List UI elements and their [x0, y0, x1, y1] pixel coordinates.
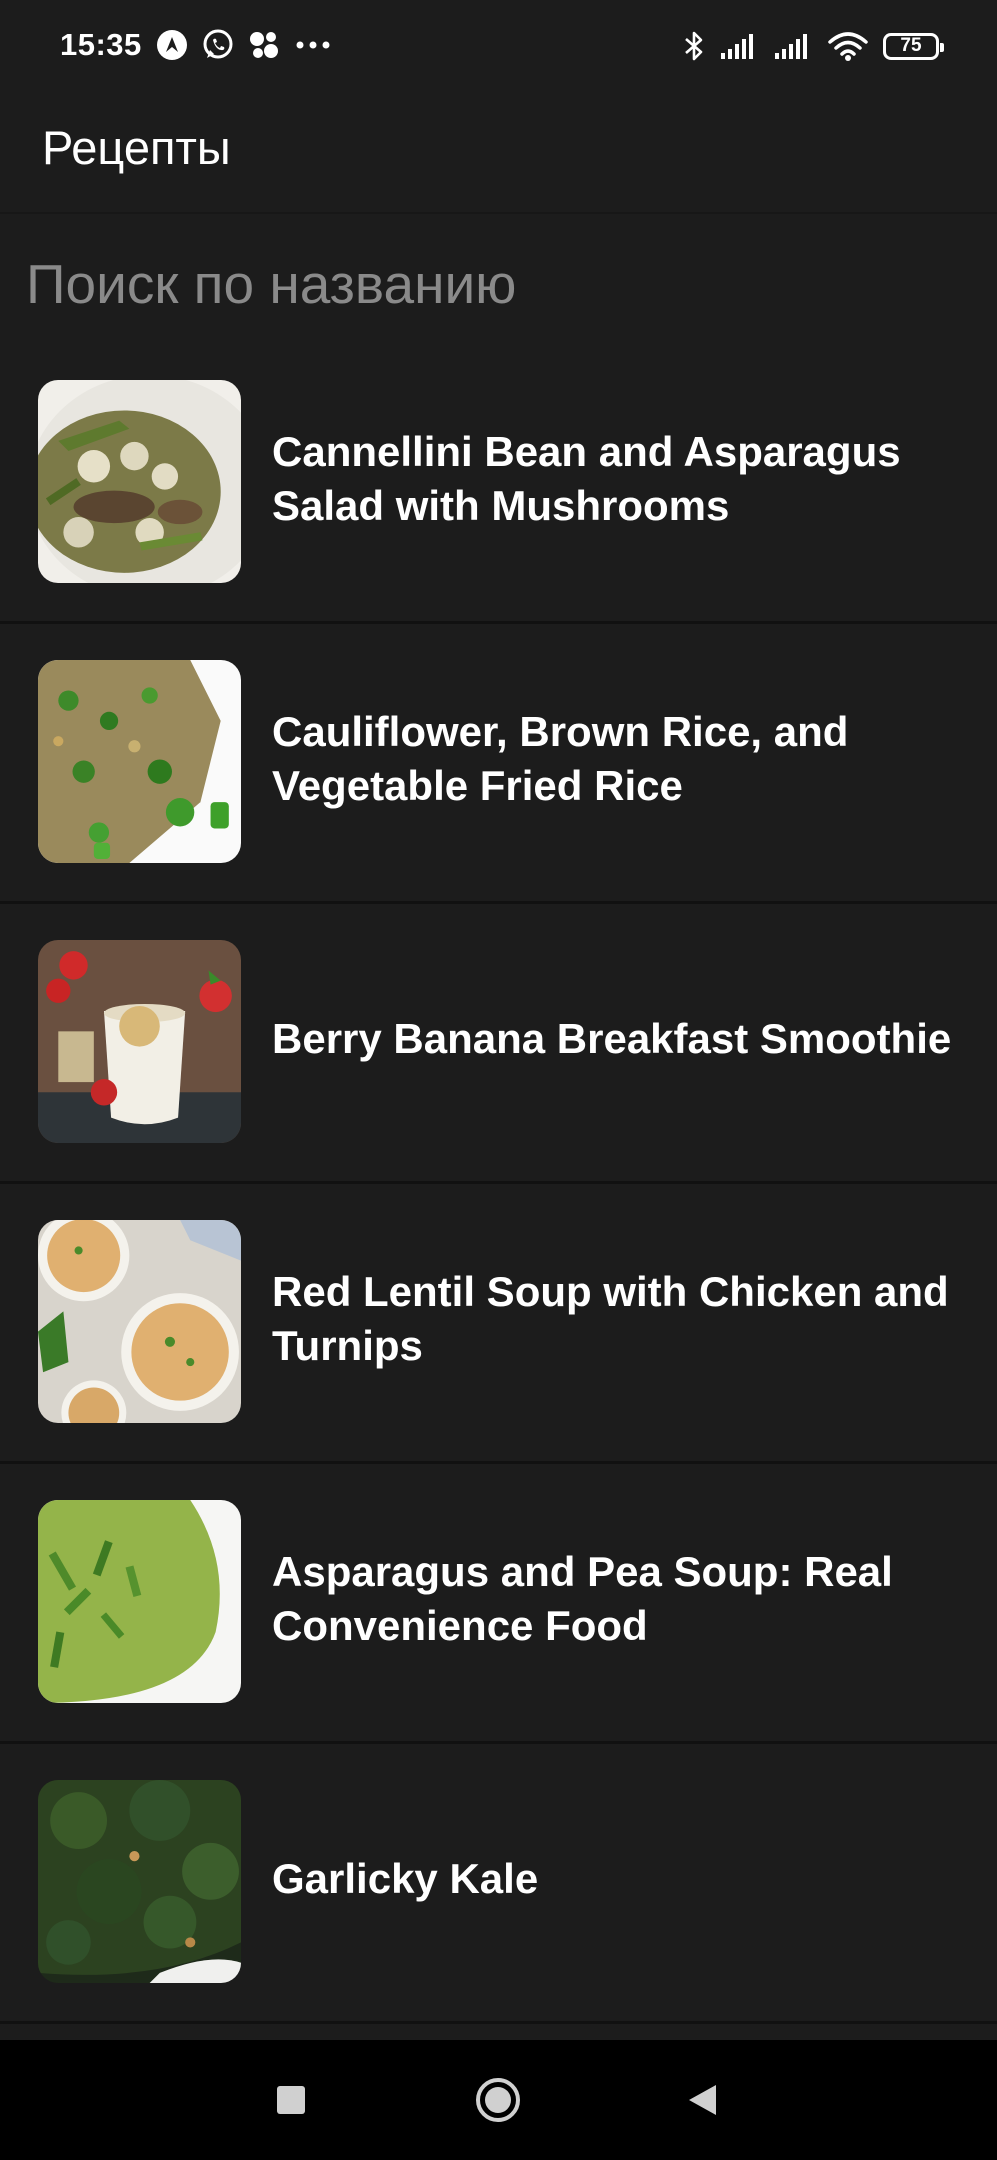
recipe-list: Cannellini Bean and Asparagus Salad with…: [0, 344, 997, 2024]
recipe-thumbnail: [38, 940, 241, 1143]
recipe-title: Red Lentil Soup with Chicken and Turnips: [272, 1267, 949, 1369]
back-triangle-icon[interactable]: [672, 2070, 732, 2130]
recipe-title: Berry Banana Breakfast Smoothie: [272, 1014, 952, 1062]
recipe-list-item[interactable]: Red Lentil Soup with Chicken and Turnips: [0, 1184, 997, 1464]
recipe-list-item[interactable]: Berry Banana Breakfast Smoothie: [0, 904, 997, 1184]
signal-icon: [719, 31, 759, 61]
recipe-list-item[interactable]: Asparagus and Pea Soup: Real Convenience…: [0, 1464, 997, 1744]
recipe-list-item[interactable]: Garlicky Kale: [0, 1744, 997, 2024]
status-time: 15:35: [60, 27, 142, 62]
notification-icons: [155, 26, 333, 64]
home-circle-icon[interactable]: [468, 2070, 528, 2130]
recipe-title: Cannellini Bean and Asparagus Salad with…: [272, 427, 901, 529]
more-notifications-icon: [293, 28, 333, 62]
system-navigation-bar: [0, 2040, 997, 2160]
battery-icon: 75: [883, 32, 944, 60]
recents-square-icon[interactable]: [261, 2070, 321, 2130]
signal-icon: [773, 31, 813, 61]
recipe-title: Asparagus and Pea Soup: Real Convenience…: [272, 1547, 893, 1649]
app-bar: Рецепты: [0, 92, 997, 214]
recipe-thumbnail: [38, 1780, 241, 1983]
recipe-thumbnail: [38, 660, 241, 863]
whatsapp-icon: [201, 28, 235, 62]
app-cluster-icon: [247, 28, 281, 62]
system-status-icons: 75: [683, 26, 944, 66]
wifi-icon: [827, 30, 869, 62]
recipes-screen: 15:35 75 Рецепты Поиск по названию Canne…: [0, 0, 997, 2160]
recipe-list-item[interactable]: Cauliflower, Brown Rice, and Vegetable F…: [0, 624, 997, 904]
recipe-list-item[interactable]: Cannellini Bean and Asparagus Salad with…: [0, 344, 997, 624]
navigation-app-icon: [155, 28, 189, 62]
recipe-thumbnail: [38, 1220, 241, 1423]
recipe-thumbnail: [38, 1500, 241, 1703]
bluetooth-icon: [683, 29, 705, 63]
page-title: Рецепты: [42, 121, 231, 174]
recipe-thumbnail: [38, 380, 241, 583]
status-bar: 15:35 75: [0, 0, 997, 92]
recipe-title: Garlicky Kale: [272, 1854, 539, 1902]
recipe-title: Cauliflower, Brown Rice, and Vegetable F…: [272, 707, 849, 809]
search-input[interactable]: [26, 245, 966, 323]
battery-level: 75: [900, 35, 922, 56]
